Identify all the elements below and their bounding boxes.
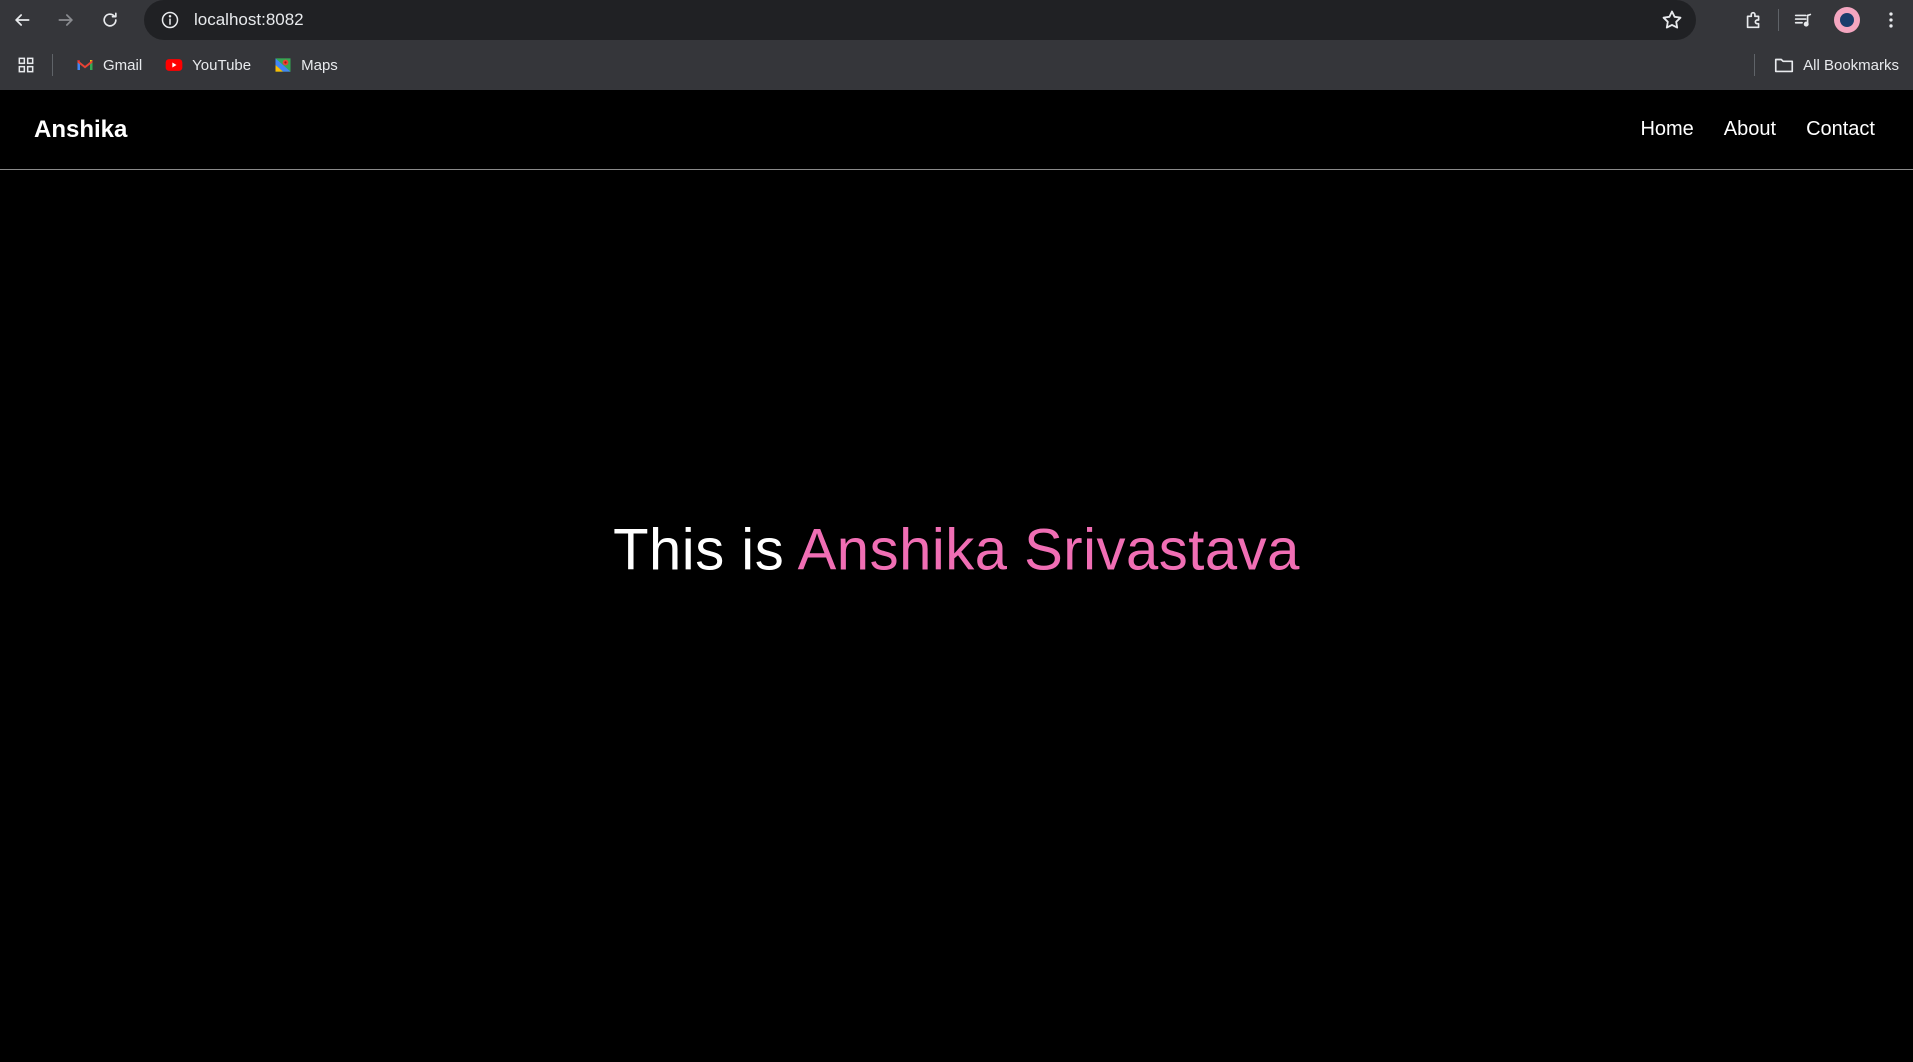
nav-menu: Home About Contact xyxy=(1610,118,1875,141)
site-navbar: Anshika Home About Contact xyxy=(0,90,1913,170)
browser-toolbar: localhost:8082 xyxy=(0,0,1913,40)
toolbar-actions xyxy=(1732,0,1913,40)
reload-button[interactable] xyxy=(88,2,132,38)
puzzle-icon xyxy=(1746,11,1760,29)
playlist-icon xyxy=(1794,13,1812,27)
page-viewport: Anshika Home About Contact This is Anshi… xyxy=(0,90,1913,1062)
bookmark-youtube[interactable]: YouTube xyxy=(156,49,259,81)
avatar-image xyxy=(1840,13,1854,27)
forward-button[interactable] xyxy=(44,2,88,38)
site-info-button[interactable] xyxy=(150,0,190,40)
bookmark-star-icon[interactable] xyxy=(1660,8,1684,32)
gmail-icon xyxy=(75,55,95,75)
bookmark-gmail[interactable]: Gmail xyxy=(67,49,150,81)
hero-heading: This is Anshika Srivastava xyxy=(0,517,1913,584)
all-bookmarks-button[interactable]: All Bookmarks xyxy=(1754,49,1899,81)
apps-grid-icon xyxy=(18,57,34,73)
media-controls-button[interactable] xyxy=(1781,0,1825,40)
site-brand[interactable]: Anshika xyxy=(34,116,127,144)
avatar xyxy=(1834,7,1860,33)
youtube-icon xyxy=(164,55,184,75)
address-bar[interactable]: localhost:8082 xyxy=(144,0,1696,40)
back-button[interactable] xyxy=(0,2,44,38)
bookmarks-divider xyxy=(52,54,53,76)
browser-menu-button[interactable] xyxy=(1869,0,1913,40)
nav-link-home[interactable]: Home xyxy=(1640,118,1693,141)
extensions-button[interactable] xyxy=(1732,0,1776,40)
more-vertical-icon xyxy=(1889,12,1893,28)
folder-icon xyxy=(1775,58,1794,73)
bookmark-maps[interactable]: Maps xyxy=(265,49,346,81)
back-arrow-icon xyxy=(15,14,30,26)
hero-prefix: This is xyxy=(613,517,798,583)
bookmark-label: Maps xyxy=(301,56,338,74)
bookmark-label: Gmail xyxy=(103,56,143,74)
hero-name: Anshika Srivastava xyxy=(797,517,1300,583)
reload-icon xyxy=(103,12,117,27)
toolbar-divider xyxy=(1778,9,1779,31)
url-text[interactable]: localhost:8082 xyxy=(194,10,304,30)
all-bookmarks-label: All Bookmarks xyxy=(1803,56,1899,74)
bookmarks-bar: Gmail YouTube Maps All Bookmarks xyxy=(0,40,1913,90)
profile-button[interactable] xyxy=(1825,0,1869,40)
apps-button[interactable] xyxy=(0,40,52,90)
maps-icon xyxy=(273,55,293,75)
nav-link-contact[interactable]: Contact xyxy=(1806,118,1875,141)
forward-arrow-icon xyxy=(58,14,73,26)
bookmark-label: YouTube xyxy=(192,56,252,74)
info-icon xyxy=(161,11,179,29)
bookmarks-divider xyxy=(1754,54,1756,76)
nav-link-about[interactable]: About xyxy=(1724,118,1776,141)
